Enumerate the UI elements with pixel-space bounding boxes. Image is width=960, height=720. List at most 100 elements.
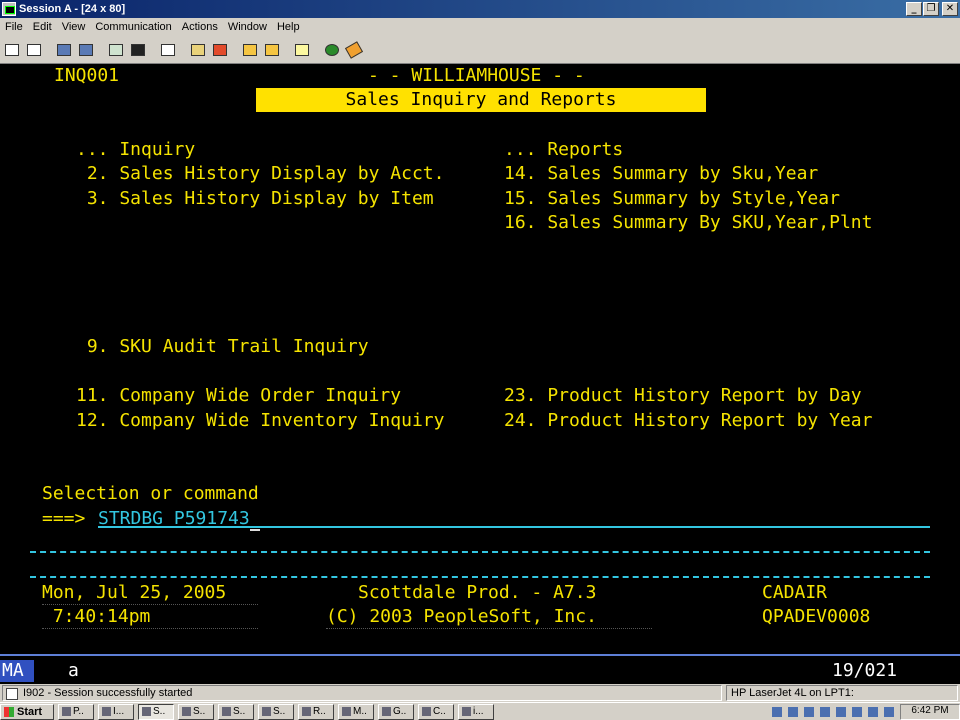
menu-communication[interactable]: Communication xyxy=(90,21,176,33)
taskbar-item-label: P.. xyxy=(73,706,84,717)
window-titlebar[interactable]: Session A - [24 x 80] _ ❐ ✕ xyxy=(0,0,960,18)
menu-window[interactable]: Window xyxy=(223,21,272,33)
menu-option-2: 2. Sales History Display by Acct. xyxy=(76,163,445,184)
menu-option-23: 23. Product History Report by Day xyxy=(504,385,862,406)
date-field-dots xyxy=(42,604,258,605)
taskbar-item-label: I... xyxy=(113,706,125,717)
tray-icon[interactable] xyxy=(836,707,846,717)
tray-icon[interactable] xyxy=(852,707,862,717)
receive-file-icon[interactable] xyxy=(76,39,96,60)
menu-option-24: 24. Product History Report by Year xyxy=(504,410,873,431)
taskbar-item-label: S.. xyxy=(233,706,246,717)
copy-icon[interactable] xyxy=(24,39,44,60)
tray-icon[interactable] xyxy=(772,707,782,717)
system-tray: 6:42 PM xyxy=(548,704,960,720)
minimize-button[interactable]: _ xyxy=(906,2,922,16)
command-line-2[interactable] xyxy=(30,551,930,553)
menu-actions[interactable]: Actions xyxy=(177,21,223,33)
app-icon xyxy=(142,707,151,716)
app-icon xyxy=(422,707,431,716)
tray-icon[interactable] xyxy=(820,707,830,717)
send-file-icon[interactable] xyxy=(54,39,74,60)
app-icon xyxy=(222,707,231,716)
keypad-icon[interactable] xyxy=(128,39,148,60)
app-icon xyxy=(182,707,191,716)
menu-edit[interactable]: Edit xyxy=(28,21,57,33)
start-label: Start xyxy=(17,705,43,718)
app-icon xyxy=(342,707,351,716)
system-clock[interactable]: 6:42 PM xyxy=(900,704,960,720)
macro-stop-icon[interactable] xyxy=(240,39,260,60)
clipboard-icon[interactable] xyxy=(292,39,312,60)
tray-icon[interactable] xyxy=(804,707,814,717)
tray-icon[interactable] xyxy=(788,707,798,717)
taskbar-item[interactable]: S.. xyxy=(258,703,294,720)
session-app-icon[interactable] xyxy=(2,2,16,16)
taskbar-item-label: i... xyxy=(473,706,484,717)
taskbar-item[interactable]: S.. xyxy=(138,703,174,720)
taskbar-item[interactable]: P.. xyxy=(58,703,94,720)
menu-option-16: 16. Sales Summary By SKU,Year,Plnt xyxy=(504,212,873,233)
taskbar: Start P.. I... S.. S.. S.. S.. R.. M.. G… xyxy=(0,702,960,720)
app-icon xyxy=(62,707,71,716)
app-icon xyxy=(102,707,111,716)
taskbar-item[interactable]: i... xyxy=(458,703,494,720)
status-message: I902 - Session successfully started xyxy=(2,685,722,701)
taskbar-item[interactable]: S.. xyxy=(218,703,254,720)
taskbar-item-label: M.. xyxy=(353,706,367,717)
user-id: CADAIR xyxy=(762,582,828,603)
current-date: Mon, Jul 25, 2005 xyxy=(42,582,227,603)
menu-help[interactable]: Help xyxy=(272,21,305,33)
copyright-notice: (C) 2003 PeopleSoft, Inc. xyxy=(326,606,597,627)
display-icon[interactable] xyxy=(106,39,126,60)
device-name: QPADEV0008 xyxy=(762,606,871,627)
window-controls: _ ❐ ✕ xyxy=(906,2,958,16)
tray-icon[interactable] xyxy=(868,707,878,717)
taskbar-item-label: R.. xyxy=(313,706,326,717)
menu-view[interactable]: View xyxy=(57,21,91,33)
program-id: INQ001 xyxy=(54,65,120,86)
time-field-dots xyxy=(42,628,258,629)
help-icon[interactable] xyxy=(344,39,364,60)
menu-bar: File Edit View Communication Actions Win… xyxy=(0,18,960,36)
command-line-1-underline xyxy=(98,526,930,528)
macro-record-icon[interactable] xyxy=(210,39,230,60)
start-button[interactable]: Start xyxy=(0,703,54,720)
taskbar-item[interactable]: R.. xyxy=(298,703,334,720)
restore-button[interactable]: ❐ xyxy=(923,2,939,16)
globe-icon[interactable] xyxy=(322,39,342,60)
tray-icon[interactable] xyxy=(884,707,894,717)
company-name: - - WILLIAMHOUSE - - xyxy=(368,65,585,86)
input-mode-indicator: a xyxy=(68,660,79,681)
operator-info-area: MA a 19/021 xyxy=(0,656,960,684)
close-button[interactable]: ✕ xyxy=(942,2,958,16)
terminal-screen[interactable]: INQ001 - - WILLIAMHOUSE - - Sales Inquir… xyxy=(0,64,960,656)
menu-option-9: 9. SKU Audit Trail Inquiry xyxy=(76,336,369,357)
menu-file[interactable]: File xyxy=(0,21,28,33)
command-line-3[interactable] xyxy=(30,576,930,578)
macro-play-icon[interactable] xyxy=(188,39,208,60)
taskbar-item[interactable]: C.. xyxy=(418,703,454,720)
taskbar-item[interactable]: G.. xyxy=(378,703,414,720)
current-time: 7:40:14pm xyxy=(42,606,151,627)
taskbar-item[interactable]: I... xyxy=(98,703,134,720)
menu-option-11: 11. Company Wide Order Inquiry xyxy=(76,385,402,406)
screen-title-banner: Sales Inquiry and Reports xyxy=(256,88,706,112)
macro-edit-icon[interactable] xyxy=(262,39,282,60)
print-screen-icon[interactable] xyxy=(2,39,22,60)
taskbar-item-label: C.. xyxy=(433,706,446,717)
session-mode-indicator: MA xyxy=(0,660,34,682)
copyright-field-dots xyxy=(326,628,652,629)
prompt-arrow: ===> xyxy=(42,508,86,529)
menu-option-12: 12. Company Wide Inventory Inquiry xyxy=(76,410,445,431)
cursor-position: 19/021 xyxy=(832,660,898,681)
printer-icon[interactable] xyxy=(158,39,178,60)
menu-option-3: 3. Sales History Display by Item xyxy=(76,188,434,209)
taskbar-item[interactable]: S.. xyxy=(178,703,214,720)
taskbar-item-label: S.. xyxy=(153,706,166,717)
taskbar-item[interactable]: M.. xyxy=(338,703,374,720)
menu-option-15: 15. Sales Summary by Style,Year xyxy=(504,188,840,209)
taskbar-item-label: S.. xyxy=(193,706,206,717)
printer-status: HP LaserJet 4L on LPT1: xyxy=(726,685,958,701)
toolbar xyxy=(0,36,960,64)
